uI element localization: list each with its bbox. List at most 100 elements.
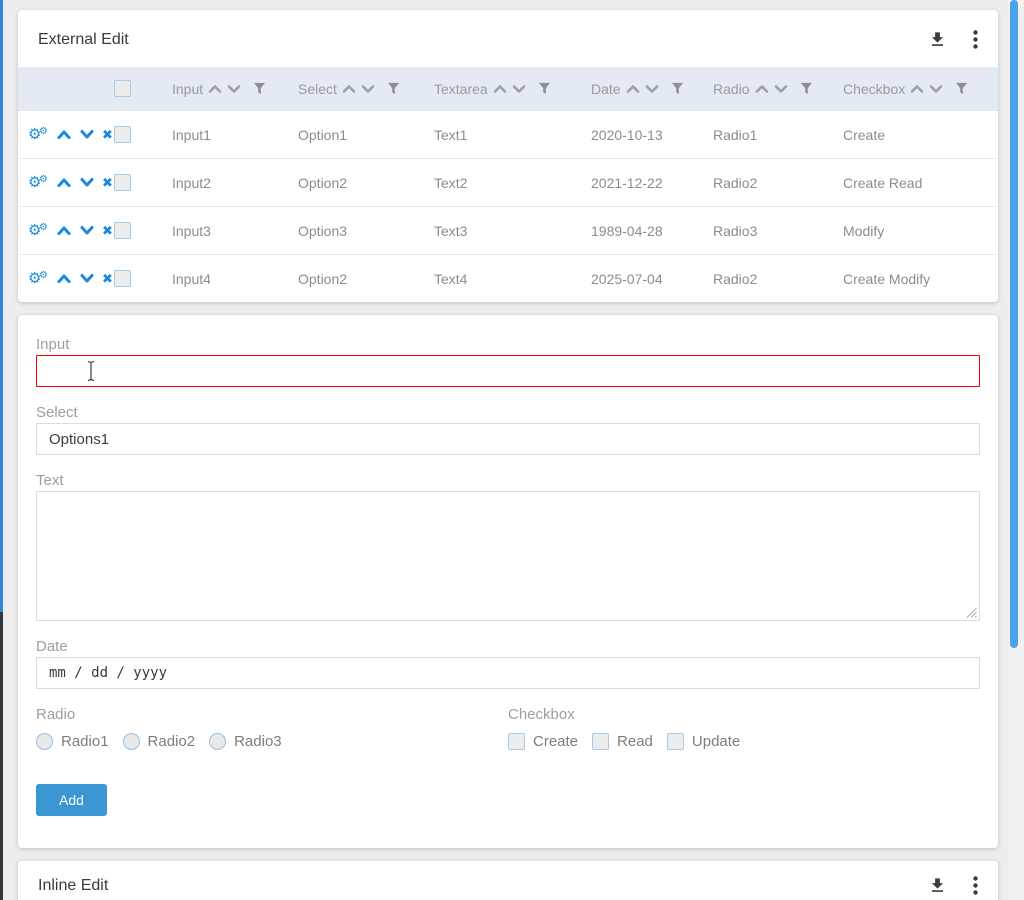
inline-edit-header: Inline Edit (18, 861, 998, 900)
move-up-icon[interactable] (56, 224, 72, 237)
kebab-menu-icon[interactable] (973, 876, 978, 895)
cell-textarea: Text3 (426, 223, 583, 239)
settings-cogs-icon[interactable]: ⚙⚙ (28, 174, 49, 192)
delete-x-icon[interactable]: ✖ (102, 128, 113, 141)
settings-cogs-icon[interactable]: ⚙⚙ (28, 126, 49, 144)
right-scrollbar-track[interactable] (1008, 0, 1024, 900)
text-group: Text (36, 471, 980, 621)
cell-select: Option2 (290, 175, 426, 191)
cell-textarea: Text2 (426, 175, 583, 191)
filter-icon[interactable] (538, 82, 551, 95)
select-all-cell (114, 80, 164, 97)
settings-cogs-icon[interactable]: ⚙⚙ (28, 270, 49, 288)
move-up-icon[interactable] (56, 176, 72, 189)
move-down-icon[interactable] (79, 128, 95, 141)
column-header-select: Select (290, 81, 426, 97)
delete-x-icon[interactable]: ✖ (102, 272, 113, 285)
checkbox[interactable] (667, 733, 684, 750)
sort-asc-icon[interactable] (342, 83, 356, 95)
radio-checkbox-row: Radio Radio1 Radio2 Radio3 Checkbox Cre (36, 705, 980, 750)
left-scrollbar[interactable] (0, 0, 3, 900)
settings-cogs-icon[interactable]: ⚙⚙ (28, 222, 49, 240)
delete-x-icon[interactable]: ✖ (102, 176, 113, 189)
cell-textarea: Text4 (426, 271, 583, 287)
cell-radio: Radio3 (705, 223, 835, 239)
move-down-icon[interactable] (79, 224, 95, 237)
cell-checkbox: Create Modify (835, 271, 998, 287)
row-actions: ⚙⚙ ✖ (18, 126, 114, 144)
download-icon[interactable] (928, 30, 947, 49)
sort-desc-icon[interactable] (774, 83, 788, 95)
table-row: ⚙⚙ ✖ Input2 Option2 Text2 2021-12-22 Rad… (18, 158, 998, 206)
add-form-card: Input Select Options1 Text (18, 315, 998, 848)
column-label: Checkbox (843, 81, 905, 97)
move-down-icon[interactable] (79, 176, 95, 189)
checkbox[interactable] (592, 733, 609, 750)
add-form: Input Select Options1 Text (18, 315, 998, 848)
left-scrollbar-track[interactable] (0, 612, 3, 900)
radio-button[interactable] (209, 733, 226, 750)
row-checkbox[interactable] (114, 126, 131, 143)
cell-date: 1989-04-28 (583, 223, 705, 239)
add-button[interactable]: Add (36, 784, 107, 816)
select-all-checkbox[interactable] (114, 80, 131, 97)
radio-button[interactable] (36, 733, 53, 750)
radio-option-label: Radio2 (148, 733, 196, 750)
radio-option-label: Radio3 (234, 733, 282, 750)
checkbox-group: Checkbox Create Read Update (508, 705, 980, 750)
kebab-menu-icon[interactable] (973, 30, 978, 49)
filter-icon[interactable] (671, 82, 684, 95)
column-header-radio: Radio (705, 81, 835, 97)
radio-group: Radio Radio1 Radio2 Radio3 (36, 705, 508, 750)
checkbox[interactable] (508, 733, 525, 750)
filter-icon[interactable] (800, 82, 813, 95)
resize-handle-icon[interactable] (966, 607, 977, 618)
sort-desc-icon[interactable] (512, 83, 526, 95)
card-title: Inline Edit (38, 877, 108, 895)
column-label: Input (172, 81, 203, 97)
checkbox-option-label: Update (692, 733, 740, 750)
sort-asc-icon[interactable] (208, 83, 222, 95)
download-icon[interactable] (928, 876, 947, 895)
sort-asc-icon[interactable] (910, 83, 924, 95)
cell-input: Input4 (164, 271, 290, 287)
filter-icon[interactable] (387, 82, 400, 95)
sort-desc-icon[interactable] (645, 83, 659, 95)
input-group: Input (36, 335, 980, 387)
move-up-icon[interactable] (56, 128, 72, 141)
right-scrollbar-thumb[interactable] (1010, 0, 1018, 648)
row-checkbox[interactable] (114, 222, 131, 239)
sort-desc-icon[interactable] (361, 83, 375, 95)
filter-icon[interactable] (253, 82, 266, 95)
row-checkbox[interactable] (114, 174, 131, 191)
date-field[interactable]: mm / dd / yyyy (36, 657, 980, 689)
cell-radio: Radio2 (705, 175, 835, 191)
radio-button[interactable] (123, 733, 140, 750)
sort-asc-icon[interactable] (626, 83, 640, 95)
column-label: Select (298, 81, 337, 97)
sort-desc-icon[interactable] (227, 83, 241, 95)
sort-asc-icon[interactable] (493, 83, 507, 95)
filter-icon[interactable] (955, 82, 968, 95)
row-actions: ⚙⚙ ✖ (18, 222, 114, 240)
table-row: ⚙⚙ ✖ Input3 Option3 Text3 1989-04-28 Rad… (18, 206, 998, 254)
select-value: Options1 (49, 431, 109, 448)
input-field[interactable] (36, 355, 980, 387)
column-label: Radio (713, 81, 750, 97)
sort-asc-icon[interactable] (755, 83, 769, 95)
cell-input: Input2 (164, 175, 290, 191)
cell-input: Input1 (164, 127, 290, 143)
move-down-icon[interactable] (79, 272, 95, 285)
left-scrollbar-thumb[interactable] (0, 0, 3, 612)
row-checkbox[interactable] (114, 270, 131, 287)
column-header-date: Date (583, 81, 705, 97)
move-up-icon[interactable] (56, 272, 72, 285)
cell-input: Input3 (164, 223, 290, 239)
delete-x-icon[interactable]: ✖ (102, 224, 113, 237)
textarea-field[interactable] (36, 491, 980, 621)
inline-edit-card: Inline Edit (18, 861, 998, 900)
select-field[interactable]: Options1 (36, 423, 980, 455)
sort-desc-icon[interactable] (929, 83, 943, 95)
column-header-input: Input (164, 81, 290, 97)
row-actions: ⚙⚙ ✖ (18, 270, 114, 288)
